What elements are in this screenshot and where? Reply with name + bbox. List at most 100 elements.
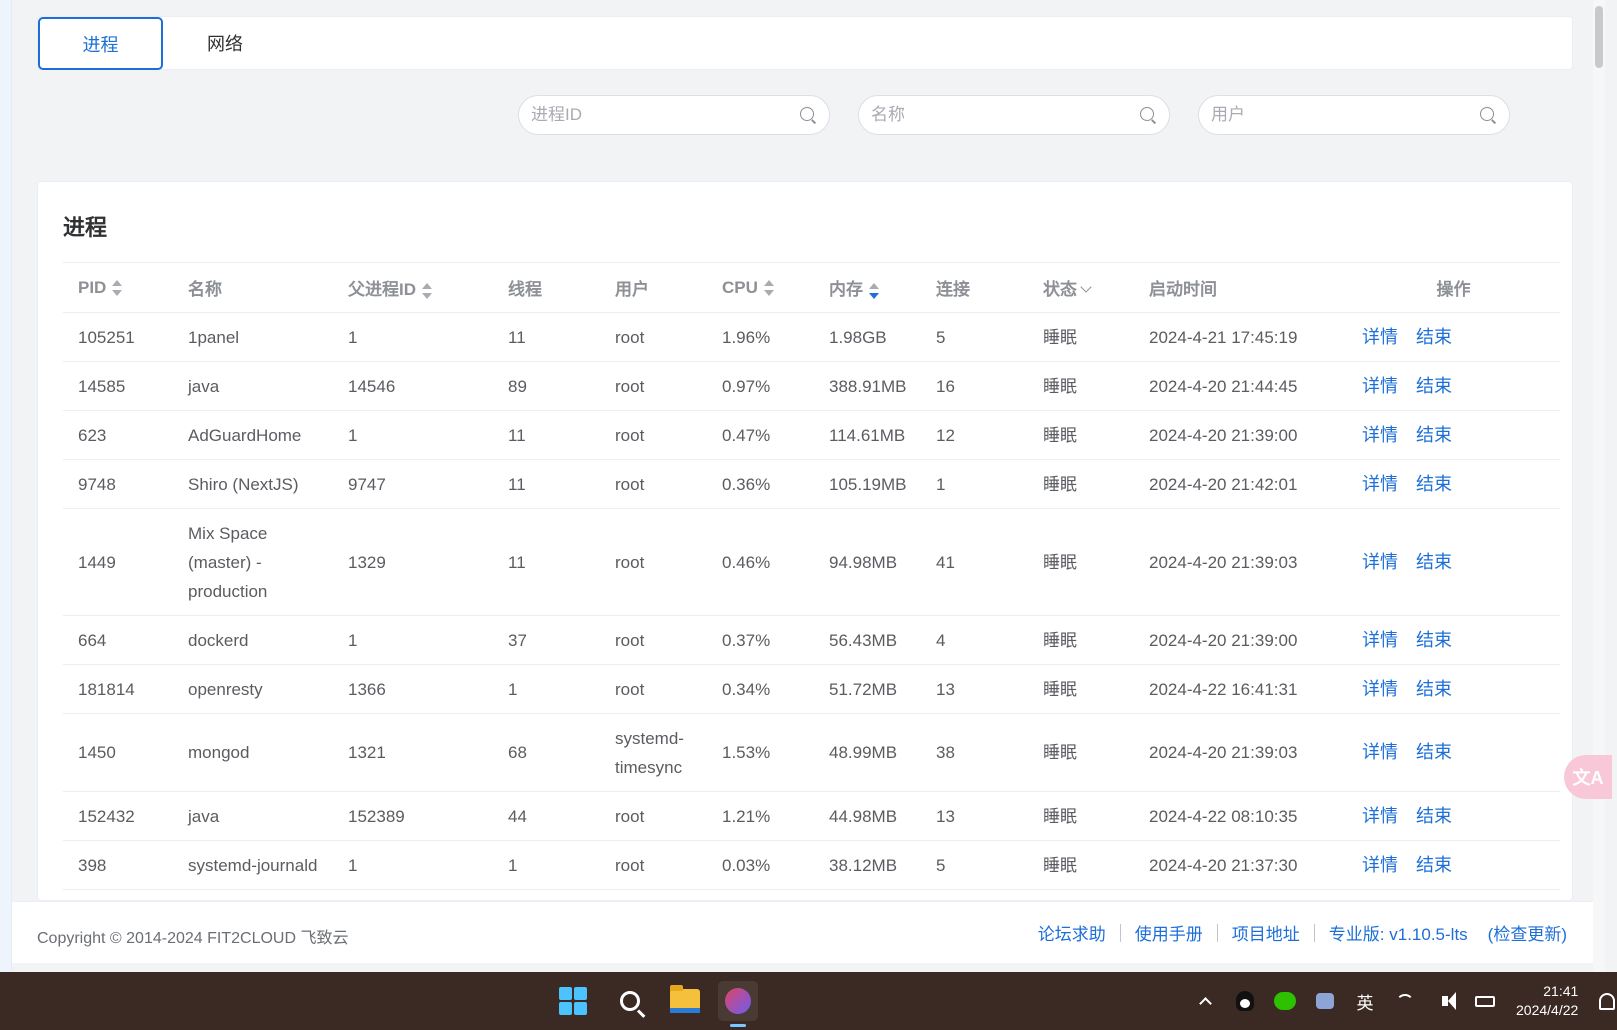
column-header-pid[interactable]: PID xyxy=(63,263,173,313)
name-search-field[interactable] xyxy=(858,95,1170,135)
detail-link[interactable]: 详情 xyxy=(1362,855,1398,875)
cell-memory: 44.98MB xyxy=(829,806,898,826)
kill-link[interactable]: 结束 xyxy=(1416,855,1452,875)
project-link[interactable]: 项目地址 xyxy=(1232,920,1300,945)
cell-name: mongod xyxy=(188,743,250,762)
cell-status: 睡眠 xyxy=(1043,679,1077,699)
cell-memory: 51.72MB xyxy=(829,679,898,699)
cell-ppid: 152389 xyxy=(348,806,405,826)
cell-user: root xyxy=(615,855,645,875)
page-scrollbar[interactable] xyxy=(1593,0,1605,972)
detail-link[interactable]: 详情 xyxy=(1362,552,1398,572)
cell-user: root xyxy=(615,327,645,347)
search-icon[interactable] xyxy=(610,981,650,1021)
cell-start-time: 2024-4-21 17:45:19 xyxy=(1149,327,1298,347)
kill-link[interactable]: 结束 xyxy=(1416,376,1452,396)
cell-pid: 9748 xyxy=(78,474,116,494)
windows-start-icon[interactable] xyxy=(553,981,593,1021)
footer: Copyright © 2014-2024 FIT2CLOUD 飞致云 论坛求助… xyxy=(12,901,1593,963)
pinned-app-icon[interactable] xyxy=(718,981,758,1021)
kill-link[interactable]: 结束 xyxy=(1416,474,1452,494)
forum-link[interactable]: 论坛求助 xyxy=(1038,920,1106,945)
show-hidden-icons-chevron-up-icon[interactable] xyxy=(1190,986,1220,1016)
kill-link[interactable]: 结束 xyxy=(1416,425,1452,445)
wechat-icon[interactable] xyxy=(1270,986,1300,1016)
table-row: 181814 openresty 1366 1 root 0.34% 51.72… xyxy=(63,665,1560,714)
cell-name: AdGuardHome xyxy=(188,425,302,445)
cell-ppid: 1 xyxy=(348,630,358,650)
battery-icon[interactable] xyxy=(1470,986,1500,1016)
sort-icon[interactable] xyxy=(112,280,123,297)
column-header-cpu[interactable]: CPU xyxy=(707,263,814,313)
cell-ppid: 1321 xyxy=(348,743,386,762)
scrollbar-thumb[interactable] xyxy=(1595,6,1603,68)
sort-icon[interactable] xyxy=(422,282,432,299)
kill-link[interactable]: 结束 xyxy=(1416,679,1452,699)
cell-cpu: 0.46% xyxy=(722,552,771,572)
detail-link[interactable]: 详情 xyxy=(1362,679,1398,699)
cell-start-time: 2024-4-20 21:39:00 xyxy=(1149,425,1298,445)
cell-user: root xyxy=(615,679,645,699)
chevron-down-icon[interactable] xyxy=(1080,281,1092,293)
cell-ppid: 1 xyxy=(348,855,358,875)
detail-link[interactable]: 详情 xyxy=(1362,327,1398,347)
clock[interactable]: 21:41 2024/4/22 xyxy=(1516,982,1578,1020)
cell-name: dockerd xyxy=(188,630,249,650)
column-header-memory[interactable]: 内存 xyxy=(814,263,921,313)
cell-user: root xyxy=(615,474,645,494)
tab-process[interactable]: 进程 xyxy=(38,17,163,70)
system-tray: 英 21:41 2024/4/22 xyxy=(1190,972,1617,1030)
ime-indicator[interactable]: 英 xyxy=(1350,986,1380,1016)
sort-desc-icon[interactable] xyxy=(869,282,879,299)
cell-user: systemd-timesync xyxy=(615,728,684,777)
kill-link[interactable]: 结束 xyxy=(1416,742,1452,762)
column-header-ppid[interactable]: 父进程ID xyxy=(333,263,493,313)
cell-pid: 152432 xyxy=(78,806,135,826)
table-row: 664 dockerd 1 37 root 0.37% 56.43MB 4 睡眠… xyxy=(63,616,1560,665)
detail-link[interactable]: 详情 xyxy=(1362,474,1398,494)
kill-link[interactable]: 结束 xyxy=(1416,552,1452,572)
column-header-actions: 操作 xyxy=(1436,280,1471,299)
cell-threads: 1 xyxy=(508,679,518,699)
notification-bell-icon[interactable] xyxy=(1592,986,1617,1016)
detail-link[interactable]: 详情 xyxy=(1362,742,1398,762)
manual-link[interactable]: 使用手册 xyxy=(1135,920,1203,945)
pid-search-field[interactable] xyxy=(518,95,830,135)
detail-link[interactable]: 详情 xyxy=(1362,376,1398,396)
table-row: 398 systemd-journald 1 1 root 0.03% 38.1… xyxy=(63,841,1560,890)
check-update-link[interactable]: (检查更新) xyxy=(1488,920,1567,945)
kill-link[interactable]: 结束 xyxy=(1416,806,1452,826)
footer-links: 论坛求助 使用手册 项目地址 专业版: v1.10.5-lts (检查更新) xyxy=(1038,920,1567,945)
table-row: 105251 1panel 1 11 root 1.96% 1.98GB 5 睡… xyxy=(63,313,1560,362)
detail-link[interactable]: 详情 xyxy=(1362,630,1398,650)
cell-connections: 1 xyxy=(936,474,946,494)
cell-actions: 详情 结束 xyxy=(1347,665,1560,714)
tab-network[interactable]: 网络 xyxy=(163,17,287,69)
user-search-field[interactable] xyxy=(1198,95,1510,135)
kill-link[interactable]: 结束 xyxy=(1416,327,1452,347)
detail-link[interactable]: 详情 xyxy=(1362,806,1398,826)
wifi-icon[interactable] xyxy=(1390,986,1420,1016)
cell-pid: 105251 xyxy=(78,327,135,347)
cell-name: java xyxy=(188,806,220,826)
search-icon[interactable] xyxy=(799,106,817,124)
cell-threads: 44 xyxy=(508,806,527,826)
sort-icon[interactable] xyxy=(763,280,774,297)
cell-connections: 13 xyxy=(936,806,955,826)
detail-link[interactable]: 详情 xyxy=(1362,425,1398,445)
column-header-status[interactable]: 状态 xyxy=(1028,263,1134,313)
search-icon[interactable] xyxy=(1479,106,1497,124)
pid-search-input[interactable] xyxy=(531,105,799,125)
qq-icon[interactable] xyxy=(1230,986,1260,1016)
cell-ppid: 1 xyxy=(348,327,358,347)
file-explorer-icon[interactable] xyxy=(665,981,705,1021)
kill-link[interactable]: 结束 xyxy=(1416,630,1452,650)
search-icon[interactable] xyxy=(1139,106,1157,124)
user-search-input[interactable] xyxy=(1211,105,1479,125)
cell-connections: 5 xyxy=(936,855,946,875)
translate-widget[interactable]: 文A xyxy=(1564,755,1612,799)
name-search-input[interactable] xyxy=(871,105,1139,125)
cat-app-icon[interactable] xyxy=(1310,986,1340,1016)
speaker-icon[interactable] xyxy=(1430,986,1460,1016)
divider xyxy=(1313,923,1315,942)
